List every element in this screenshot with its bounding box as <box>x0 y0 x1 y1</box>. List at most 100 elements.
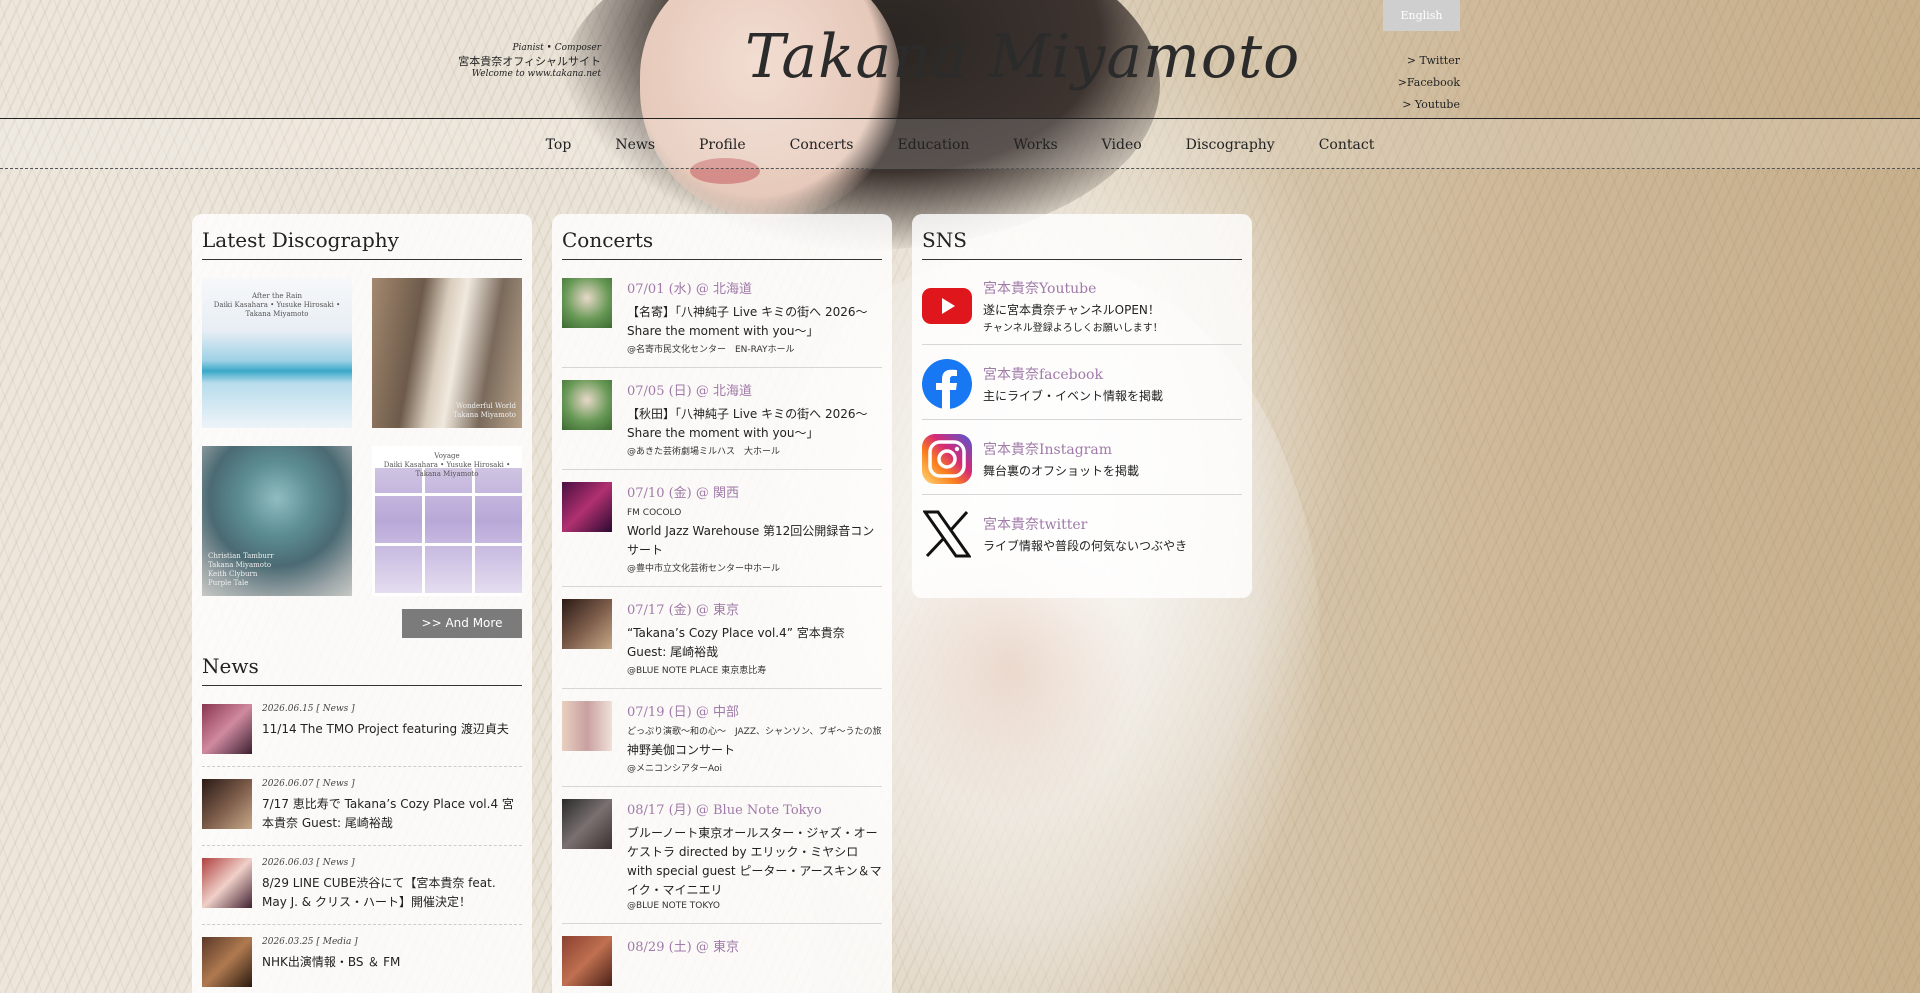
news-thumbnail <box>202 779 252 829</box>
sns-description: 舞台裏のオフショットを掲載 <box>983 463 1140 478</box>
concert-title[interactable]: “Takana’s Cozy Place vol.4” 宮本貴奈 Guest: … <box>627 624 882 662</box>
album-caption: Wonderful World Takana Miyamoto <box>452 402 516 419</box>
news-headline[interactable]: 7/17 恵比寿で Takana’s Cozy Place vol.4 宮本貴奈… <box>262 795 522 833</box>
concert-date: 08/17 (月) @ Blue Note Tokyo <box>627 803 822 818</box>
news-thumbnail <box>202 937 252 987</box>
concert-item[interactable]: 08/17 (月) @ Blue Note Tokyo ブルーノート東京オールス… <box>562 799 882 924</box>
concert-venue: @BLUE NOTE TOKYO <box>627 901 720 911</box>
concert-thumbnail <box>562 799 612 849</box>
album-cover-after-the-rain[interactable]: After the Rain Daiki Kasahara • Yusuke Hi… <box>202 278 352 428</box>
news-title: News <box>202 650 522 686</box>
concert-thumbnail <box>562 278 612 328</box>
album-artists: Daiki Kasahara • Yusuke Hirosaki • Takan… <box>213 301 341 318</box>
sns-youtube[interactable]: 宮本貴奈Youtube 遂に宮本貴奈チャンネルOPEN！ チャンネル登録よろしく… <box>922 278 1242 345</box>
sns-name[interactable]: 宮本貴奈facebook <box>983 364 1163 384</box>
nav-concerts[interactable]: Concerts <box>790 137 854 153</box>
concert-subtitle: どっぷり演歌〜和の心〜 JAZZ、シャンソン、ブギ〜うたの旅 <box>627 727 882 737</box>
album-cover-purple-tale[interactable]: Christian Tamburr Takana Miyamoto Keith … <box>202 446 352 596</box>
concert-title[interactable]: ブルーノート東京オールスター・ジャズ・オーケストラ directed by エリ… <box>627 824 882 900</box>
concert-thumbnail <box>562 701 612 751</box>
instagram-icon[interactable] <box>922 434 972 484</box>
site-header: Pianist • Composer 宮本貴奈オフィシャルサイト Welcome… <box>0 0 1920 118</box>
sns-name[interactable]: 宮本貴奈twitter <box>983 514 1187 534</box>
facebook-link[interactable]: >Facebook <box>1398 72 1460 94</box>
concert-title[interactable]: 【秋田】「八神純子 Live キミの街へ 2026〜Share the mome… <box>627 405 882 443</box>
concert-item[interactable]: 07/17 (金) @ 東京 “Takana’s Cozy Place vol.… <box>562 599 882 689</box>
news-item[interactable]: 2026.06.03 [ News ] 8/29 LINE CUBE渋谷にて【宮… <box>202 858 522 925</box>
nav-discography[interactable]: Discography <box>1186 137 1275 153</box>
concert-thumbnail <box>562 380 612 430</box>
site-logo[interactable]: Takana Miyamoto <box>745 22 1300 92</box>
concert-item[interactable]: 07/19 (日) @ 中部 どっぷり演歌〜和の心〜 JAZZ、シャンソン、ブギ… <box>562 701 882 787</box>
sns-description: ライブ情報や普段の何気ないつぶやき <box>983 538 1188 553</box>
nav-top[interactable]: Top <box>546 137 572 153</box>
nav-news[interactable]: News <box>615 137 655 153</box>
concert-date: 07/17 (金) @ 東京 <box>627 603 740 618</box>
concert-title[interactable]: World Jazz Warehouse 第12回公開録音コンサート <box>627 522 882 560</box>
concert-venue: @豊中市立文化芸術センター中ホール <box>627 564 781 574</box>
news-date: 2026.03.25 [ Media ] <box>262 937 358 947</box>
concert-thumbnail <box>562 599 612 649</box>
nav-video[interactable]: Video <box>1102 137 1142 153</box>
sns-twitter[interactable]: 宮本貴奈twitter ライブ情報や普段の何気ないつぶやき <box>922 509 1242 569</box>
album-title: After the Rain <box>251 292 303 300</box>
sns-name[interactable]: 宮本貴奈Youtube <box>983 278 1163 298</box>
news-thumbnail <box>202 858 252 908</box>
header-social-links: > Twitter >Facebook > Youtube <box>1398 50 1460 116</box>
sns-description: 主にライブ・イベント情報を掲載 <box>983 388 1164 403</box>
site-tagline: Pianist • Composer 宮本貴奈オフィシャルサイト Welcome… <box>455 42 601 81</box>
discography-news-panel: Latest Discography After the Rain Daiki K… <box>192 214 532 993</box>
concert-item[interactable]: 07/10 (金) @ 関西 FM COCOLO World Jazz Ware… <box>562 482 882 587</box>
concert-item[interactable]: 07/01 (水) @ 北海道 【名寄】「八神純子 Live キミの街へ 202… <box>562 278 882 368</box>
facebook-icon[interactable] <box>922 359 972 409</box>
twitter-link[interactable]: > Twitter <box>1398 50 1460 72</box>
news-thumbnail <box>202 704 252 754</box>
concert-venue: @メニコンシアターAoi <box>627 764 723 774</box>
concerts-title: Concerts <box>562 224 882 260</box>
tagline-line1: Pianist • Composer <box>512 43 601 53</box>
news-item[interactable]: 2026.06.15 [ News ] 11/14 The TMO Projec… <box>202 704 522 767</box>
nav-works[interactable]: Works <box>1013 137 1057 153</box>
news-headline[interactable]: NHK出演情報・BS ＆ FM <box>262 953 522 972</box>
sns-title: SNS <box>922 224 1242 260</box>
sns-subtext: チャンネル登録よろしくお願いします！ <box>983 323 1163 334</box>
concert-item[interactable]: 08/29 (土) @ 東京 <box>562 936 882 993</box>
x-icon[interactable] <box>922 509 972 559</box>
sns-facebook[interactable]: 宮本貴奈facebook 主にライブ・イベント情報を掲載 <box>922 359 1242 420</box>
album-cover-wonderful-world[interactable]: Wonderful World Takana Miyamoto <box>372 278 522 428</box>
sns-description: 遂に宮本貴奈チャンネルOPEN！ <box>983 303 1160 317</box>
news-item[interactable]: 2026.03.25 [ Media ] NHK出演情報・BS ＆ FM <box>202 937 522 993</box>
sns-instagram[interactable]: 宮本貴奈Instagram 舞台裏のオフショットを掲載 <box>922 434 1242 495</box>
album-title: Voyage <box>434 452 460 460</box>
sns-name[interactable]: 宮本貴奈Instagram <box>983 439 1139 459</box>
nav-profile[interactable]: Profile <box>699 137 746 153</box>
youtube-icon[interactable] <box>922 281 972 331</box>
news-section: News 2026.06.15 [ News ] 11/14 The TMO P… <box>202 650 522 993</box>
english-button[interactable]: English <box>1383 0 1460 31</box>
concert-title[interactable]: 【名寄】「八神純子 Live キミの街へ 2026〜Share the mome… <box>627 303 882 341</box>
concert-venue: @あきた芸術劇場ミルハス 大ホール <box>627 447 781 457</box>
concert-date: 07/10 (金) @ 関西 <box>627 486 740 501</box>
news-date: 2026.06.15 [ News ] <box>262 704 355 714</box>
news-headline[interactable]: 8/29 LINE CUBE渋谷にて【宮本貴奈 feat. May J. & ク… <box>262 874 522 912</box>
discography-more-button[interactable]: >> And More <box>402 609 522 638</box>
news-headline[interactable]: 11/14 The TMO Project featuring 渡辺貞夫 <box>262 720 522 739</box>
concert-venue: @名寄市民文化センター EN-RAYホール <box>627 345 795 355</box>
album-artists: Daiki Kasahara • Yusuke Hirosaki • Takan… <box>383 461 511 478</box>
album-cover-voyage[interactable]: Voyage Daiki Kasahara • Yusuke Hirosaki •… <box>372 446 522 596</box>
nav-contact[interactable]: Contact <box>1319 137 1375 153</box>
concert-title[interactable]: 神野美伽コンサート <box>627 741 882 760</box>
main-nav: Top News Profile Concerts Education Work… <box>0 118 1920 169</box>
tagline-line2: 宮本貴奈オフィシャルサイト <box>458 55 601 68</box>
concerts-panel: Concerts 07/01 (水) @ 北海道 【名寄】「八神純子 Live … <box>552 214 892 993</box>
concert-date: 07/01 (水) @ 北海道 <box>627 282 753 297</box>
tagline-line3: Welcome to www.takana.net <box>471 69 601 79</box>
youtube-link[interactable]: > Youtube <box>1398 94 1460 116</box>
concert-item[interactable]: 07/05 (日) @ 北海道 【秋田】「八神純子 Live キミの街へ 202… <box>562 380 882 470</box>
news-date: 2026.06.07 [ News ] <box>262 779 355 789</box>
concert-subtitle: FM COCOLO <box>627 508 682 518</box>
nav-education[interactable]: Education <box>897 137 969 153</box>
sns-panel: SNS 宮本貴奈Youtube 遂に宮本貴奈チャンネルOPEN！ チャンネル登録… <box>912 214 1252 598</box>
news-item[interactable]: 2026.06.07 [ News ] 7/17 恵比寿で Takana’s C… <box>202 779 522 846</box>
concert-date: 07/05 (日) @ 北海道 <box>627 384 753 399</box>
